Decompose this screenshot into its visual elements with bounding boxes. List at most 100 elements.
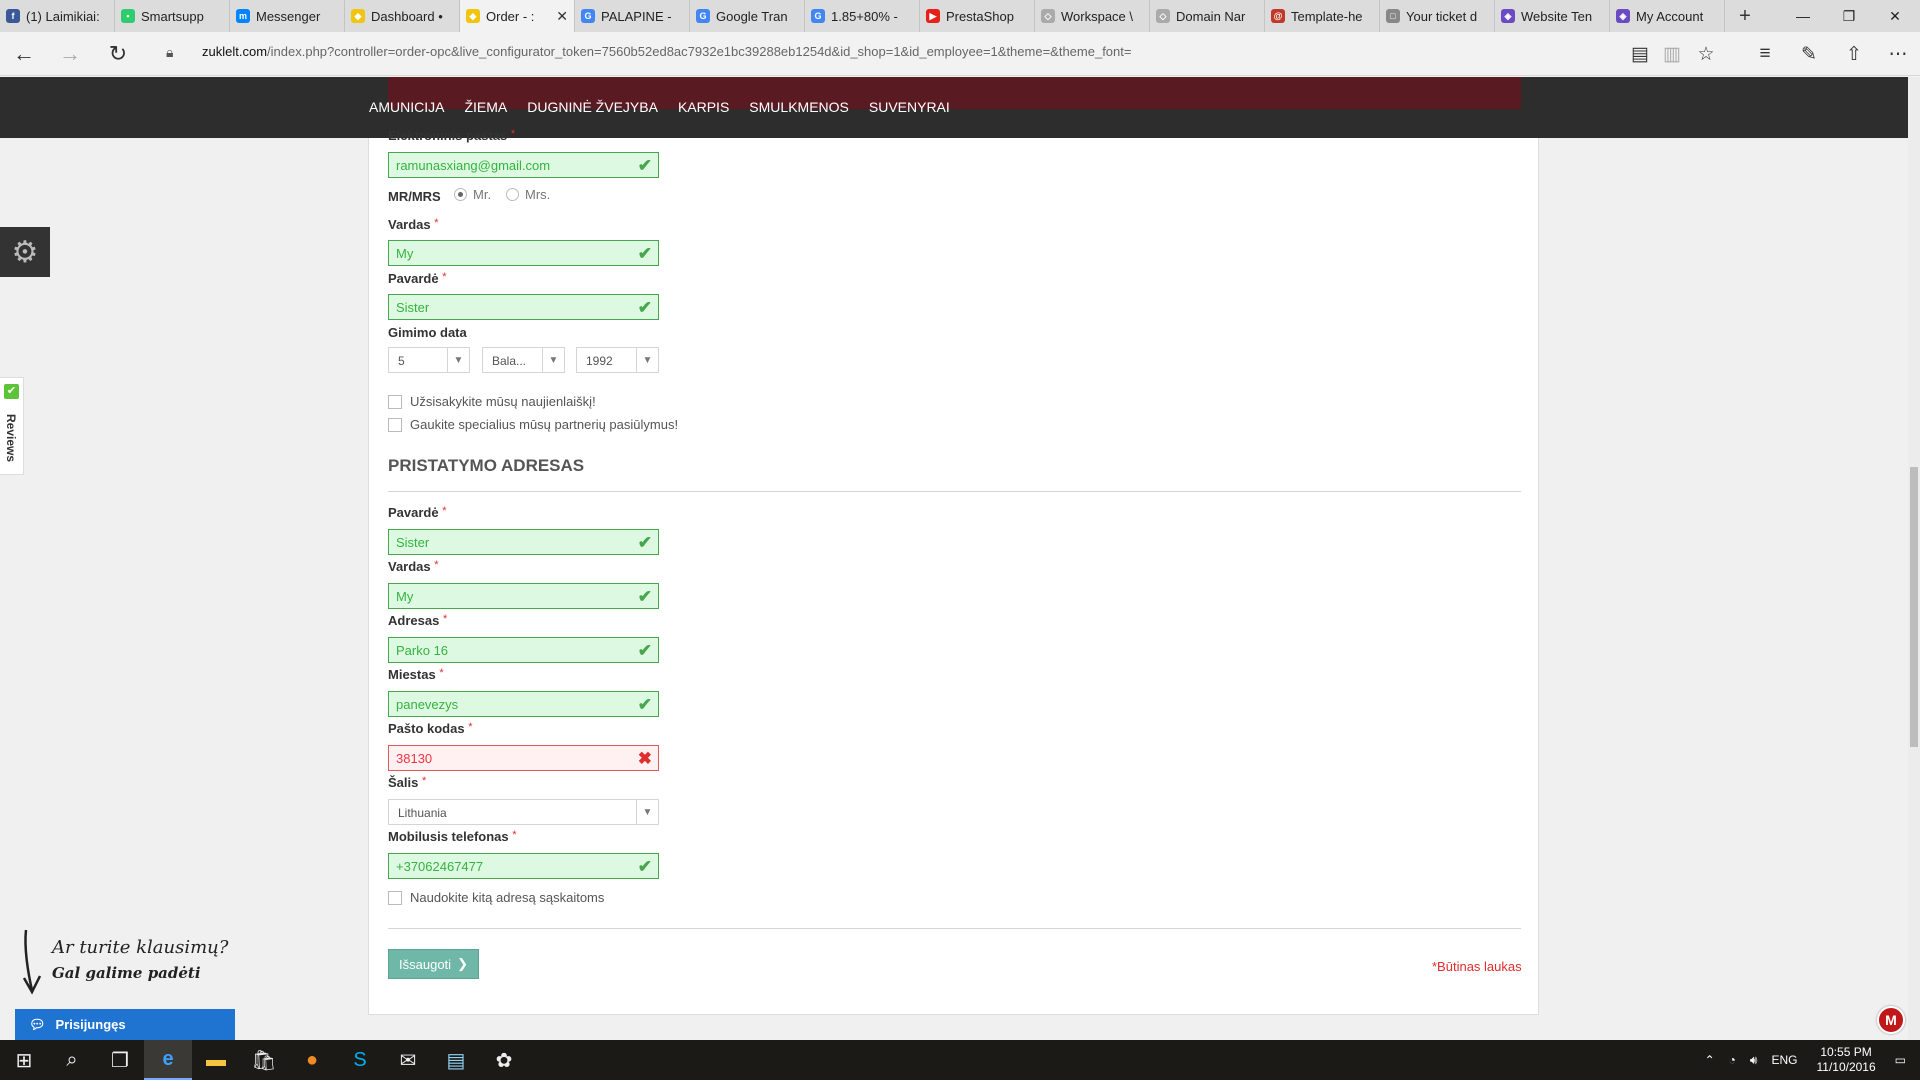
delivery-firstname-label: Vardas * bbox=[388, 559, 439, 574]
birth-month-select[interactable]: Bala... ▼ bbox=[482, 347, 565, 373]
volume-icon[interactable]: 🔊︎ bbox=[1750, 1053, 1758, 1068]
browser-tab[interactable]: ◇ Workspace \ bbox=[1035, 0, 1150, 32]
file-explorer-icon[interactable]: ▬ bbox=[192, 1040, 240, 1080]
delivery-firstname-field[interactable]: ✔ bbox=[388, 583, 659, 609]
radio-mrs[interactable]: Mrs. bbox=[506, 187, 550, 202]
firefox-icon[interactable]: ● bbox=[288, 1040, 336, 1080]
browser-tab[interactable]: G PALAPINE - bbox=[575, 0, 690, 32]
newsletter-checkbox[interactable]: Užsisakykite mūsų naujienlaiškį! bbox=[388, 394, 596, 409]
browser-tab[interactable]: G Google Tran bbox=[690, 0, 805, 32]
chat-status-label: Prisijungęs bbox=[55, 1017, 126, 1032]
favicon-icon: G bbox=[811, 9, 825, 23]
browser-tab[interactable]: ◆ Order - : ✕ bbox=[460, 0, 575, 32]
birth-year-select[interactable]: 1992 ▼ bbox=[576, 347, 659, 373]
tab-close-icon[interactable]: ✕ bbox=[556, 8, 568, 25]
browser-tab[interactable]: f (1) Laimikiai: bbox=[0, 0, 115, 32]
notifications-icon[interactable]: ▭ bbox=[1895, 1053, 1906, 1067]
browser-tab[interactable]: ◈ My Account bbox=[1610, 0, 1725, 32]
more-icon[interactable]: ⋯ bbox=[1878, 32, 1918, 76]
city-input[interactable] bbox=[389, 692, 629, 716]
phone-label: Mobilusis telefonas * bbox=[388, 829, 517, 844]
city-field[interactable]: ✔ bbox=[388, 691, 659, 717]
reviews-tab[interactable]: ✔ Reviews bbox=[0, 377, 24, 475]
scrollbar-thumb[interactable] bbox=[1910, 467, 1918, 747]
birth-day-select[interactable]: 5 ▼ bbox=[388, 347, 470, 373]
lastname-input[interactable] bbox=[389, 295, 629, 319]
checkbox-box[interactable] bbox=[388, 417, 402, 432]
task-view-icon[interactable]: ❐ bbox=[96, 1040, 144, 1080]
restore-button[interactable]: ❐ bbox=[1826, 0, 1872, 32]
share-icon[interactable]: ⇧ bbox=[1834, 32, 1874, 76]
checkbox-box[interactable] bbox=[388, 394, 402, 409]
chevron-up-icon[interactable]: ⌃ bbox=[1705, 1053, 1715, 1067]
edge-browser-icon[interactable]: e bbox=[144, 1040, 192, 1080]
menu-item-amunicija[interactable]: AMUNICIJA bbox=[369, 99, 454, 115]
firstname-field[interactable]: ✔ bbox=[388, 240, 659, 266]
invoice-address-checkbox[interactable]: Naudokite kitą adresą sąskaitoms bbox=[388, 890, 604, 905]
address-field[interactable]: ✔ bbox=[388, 637, 659, 663]
email-input[interactable] bbox=[389, 153, 629, 177]
hub-icon[interactable]: ≡ bbox=[1745, 32, 1785, 76]
delivery-lastname-field[interactable]: ✔ bbox=[388, 529, 659, 555]
firstname-input[interactable] bbox=[389, 241, 629, 265]
phone-field[interactable]: ✔ bbox=[388, 853, 659, 879]
menu-item-dugnine-zvejyba[interactable]: DUGNINĖ ŽVEJYBA bbox=[527, 99, 668, 115]
skype-icon[interactable]: S bbox=[336, 1040, 384, 1080]
browser-tab[interactable]: ▶ PrestaShop bbox=[920, 0, 1035, 32]
country-label: Šalis * bbox=[388, 775, 427, 790]
postcode-input[interactable] bbox=[389, 746, 629, 770]
refresh-button[interactable]: ↻ bbox=[94, 32, 142, 76]
browser-tab[interactable]: m Messenger bbox=[230, 0, 345, 32]
menu-item-ziema[interactable]: ŽIEMA bbox=[464, 99, 517, 115]
delivery-lastname-input[interactable] bbox=[389, 530, 629, 554]
close-window-button[interactable]: ✕ bbox=[1872, 0, 1918, 32]
check-square-icon: ✔ bbox=[4, 384, 19, 399]
favorite-star-icon[interactable]: ☆ bbox=[1686, 32, 1726, 76]
chat-bubble-icon: 💬︎ bbox=[29, 1016, 46, 1032]
delivery-firstname-input[interactable] bbox=[389, 584, 629, 608]
notepad-icon[interactable]: ▤ bbox=[432, 1040, 480, 1080]
checkbox-box[interactable] bbox=[388, 890, 402, 905]
browser-tab[interactable]: ◈ Website Ten bbox=[1495, 0, 1610, 32]
menu-item-suvenyrai[interactable]: SUVENYRAI bbox=[869, 99, 960, 115]
save-button[interactable]: Išsaugoti ❯ bbox=[388, 949, 479, 979]
start-windows-icon[interactable]: ⊞ bbox=[0, 1040, 48, 1080]
language-indicator[interactable]: ENG bbox=[1771, 1053, 1797, 1067]
back-button[interactable]: ← bbox=[0, 32, 48, 76]
menu-item-karpis[interactable]: KARPIS bbox=[678, 99, 739, 115]
title-label: MR/MRS bbox=[388, 189, 441, 204]
forward-button[interactable]: → bbox=[46, 32, 94, 76]
browser-tab[interactable]: ◇ Domain Nar bbox=[1150, 0, 1265, 32]
wifi-icon[interactable]: ◔ bbox=[1729, 1053, 1736, 1067]
form-bottom-divider bbox=[388, 928, 1521, 929]
lastname-field[interactable]: ✔ bbox=[388, 294, 659, 320]
menu-item-smulkmenos[interactable]: SMULKMENOS bbox=[749, 99, 859, 115]
search-icon[interactable]: ⌕ bbox=[48, 1040, 96, 1080]
optin-checkbox[interactable]: Gaukite specialius mūsų partnerių pasiūl… bbox=[388, 417, 678, 432]
url-field[interactable]: zuklelt.com/index.php?controller=order-o… bbox=[202, 44, 1131, 59]
browser-tab[interactable]: • Smartsupp bbox=[115, 0, 230, 32]
address-input[interactable] bbox=[389, 638, 629, 662]
browser-tab[interactable]: @ Template-he bbox=[1265, 0, 1380, 32]
birth-day-value: 5 bbox=[398, 354, 405, 368]
tab-label: Smartsupp bbox=[141, 8, 204, 24]
phone-input[interactable] bbox=[389, 854, 629, 878]
mail-icon[interactable]: ✉ bbox=[384, 1040, 432, 1080]
clock[interactable]: 10:55 PM 11/10/2016 bbox=[1816, 1045, 1875, 1075]
browser-tab[interactable]: G 1.85+80% - bbox=[805, 0, 920, 32]
radio-mr[interactable]: Mr. bbox=[454, 187, 491, 202]
minimize-button[interactable]: — bbox=[1780, 0, 1826, 32]
mcafee-shield-icon[interactable]: M bbox=[1877, 1006, 1905, 1034]
live-chat-bar[interactable]: 💬︎ Prisijungęs bbox=[15, 1009, 235, 1040]
store-icon[interactable]: 🛍︎ bbox=[240, 1040, 288, 1080]
country-select[interactable]: Lithuania ▼ bbox=[388, 799, 659, 825]
new-tab-button[interactable]: + bbox=[1725, 0, 1765, 32]
browser-tab[interactable]: □ Your ticket d bbox=[1380, 0, 1495, 32]
theme-configurator-gear-icon[interactable]: ⚙ bbox=[0, 227, 50, 277]
url-domain: zuklelt.com bbox=[202, 44, 268, 59]
postcode-field[interactable]: ✖ bbox=[388, 745, 659, 771]
email-field[interactable]: ✔ bbox=[388, 152, 659, 178]
browser-tab[interactable]: ◆ Dashboard • bbox=[345, 0, 460, 32]
web-note-icon[interactable]: ✎ bbox=[1789, 32, 1829, 76]
app-icon[interactable]: ✿ bbox=[480, 1040, 528, 1080]
